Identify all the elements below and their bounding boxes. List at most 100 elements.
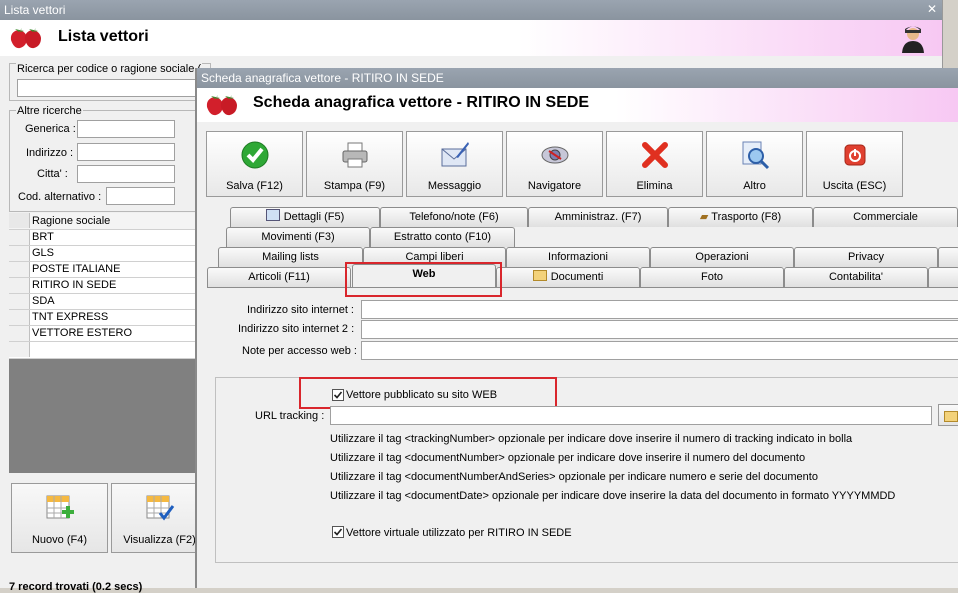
- table-row[interactable]: TNT EXPRESS: [9, 310, 195, 326]
- alt-code-search-label: Cod. alternativo :: [18, 191, 102, 203]
- check-mark-icon: [333, 528, 343, 536]
- print-button-label: Stampa (F9): [323, 180, 386, 192]
- tab-contabilita[interactable]: Contabilita': [784, 267, 928, 287]
- generic-search-label: Generica :: [25, 123, 76, 135]
- tab-dettagli[interactable]: Dettagli (F5): [230, 207, 380, 227]
- more-button[interactable]: Altro: [706, 131, 803, 197]
- generic-search-input[interactable]: [77, 120, 175, 138]
- notes-label: Note per accesso web :: [242, 345, 357, 357]
- tab-estratto-conto-label: Estratto conto (F10): [393, 231, 492, 243]
- print-button[interactable]: Stampa (F9): [306, 131, 403, 197]
- calendar-icon: [265, 209, 280, 221]
- tab-overflow-2[interactable]: [928, 267, 958, 287]
- tab-foto-label: Foto: [700, 271, 723, 283]
- tab-contabilita-label: Contabilita': [828, 271, 884, 283]
- tab-amministrazione-label: Amministraz. (F7): [554, 211, 642, 223]
- view-button-label: Visualizza (F2): [123, 534, 196, 546]
- tab-estratto-conto[interactable]: Estratto conto (F10): [370, 227, 515, 247]
- tab-panel-border: [207, 287, 958, 288]
- message-button[interactable]: Messaggio: [406, 131, 503, 197]
- tab-privacy[interactable]: Privacy: [794, 247, 938, 267]
- table-row[interactable]: BRT: [9, 230, 195, 246]
- browse-url-button[interactable]: [938, 404, 958, 426]
- back-window-titlebar[interactable]: Lista vettori ✕: [0, 0, 942, 20]
- address-search-label: Indirizzo :: [26, 147, 74, 159]
- save-button-label: Salva (F12): [226, 180, 283, 192]
- table-row[interactable]: RITIRO IN SEDE: [9, 278, 195, 294]
- virtual-carrier-label: Vettore virtuale utilizzato per RITIRO I…: [346, 527, 572, 539]
- strawberry-logo-icon: [10, 28, 41, 49]
- tab-articoli[interactable]: Articoli (F11): [207, 267, 351, 287]
- site2-input[interactable]: [361, 320, 958, 339]
- back-window-header: Lista vettori: [0, 20, 942, 56]
- grid-header-ragione-sociale[interactable]: Ragione sociale: [32, 215, 110, 227]
- folder-icon: [944, 411, 958, 422]
- message-icon: [441, 142, 469, 167]
- tab-commerciale[interactable]: Commerciale: [813, 207, 958, 227]
- site-input[interactable]: [361, 300, 958, 319]
- table-cell: SDA: [32, 295, 55, 307]
- user-avatar-icon: [902, 26, 924, 53]
- tab-documenti[interactable]: Documenti: [496, 267, 640, 287]
- tab-informazioni[interactable]: Informazioni: [506, 247, 650, 267]
- exit-button[interactable]: Uscita (ESC): [806, 131, 903, 197]
- navigator-button[interactable]: Navigatore: [506, 131, 603, 197]
- delete-button-label: Elimina: [636, 180, 673, 192]
- front-window-title: Scheda anagrafica vettore - RITIRO IN SE…: [201, 71, 444, 85]
- record-count-status: 7 record trovati (0.2 secs): [9, 581, 143, 593]
- url-tracking-label: URL tracking :: [255, 410, 325, 422]
- search-group-legend: Ricerca per codice o ragione sociale (: [16, 63, 203, 75]
- tab-mailing-lists[interactable]: Mailing lists: [218, 247, 363, 267]
- tab-amministrazione[interactable]: Amministraz. (F7): [528, 207, 668, 227]
- alt-code-search-input[interactable]: [106, 187, 175, 205]
- table-row-empty[interactable]: [9, 342, 195, 359]
- front-window-titlebar[interactable]: Scheda anagrafica vettore - RITIRO IN SE…: [197, 68, 958, 88]
- notes-input[interactable]: [361, 341, 958, 360]
- check-icon: [241, 141, 268, 169]
- url-tracking-input[interactable]: [330, 406, 932, 425]
- tab-mailing-lists-label: Mailing lists: [262, 251, 319, 263]
- hint-document-number: Utilizzare il tag <documentNumber> opzio…: [330, 452, 806, 464]
- grid-header[interactable]: Ragione sociale: [9, 213, 195, 230]
- vettori-grid: Ragione sociale BRT GLS POSTE ITALIANE R…: [9, 213, 195, 473]
- new-button[interactable]: Nuovo (F4): [11, 483, 108, 553]
- table-row[interactable]: POSTE ITALIANE: [9, 262, 195, 278]
- hint-tracking-number: Utilizzare il tag <trackingNumber> opzio…: [330, 433, 853, 445]
- address-search-input[interactable]: [77, 143, 175, 161]
- back-window-header-title: Lista vettori: [58, 28, 149, 45]
- tab-telefono-note[interactable]: Telefono/note (F6): [380, 207, 528, 227]
- table-cell: POSTE ITALIANE: [32, 263, 121, 275]
- hint-document-date: Utilizzare il tag <documentDate> opziona…: [330, 490, 896, 502]
- tab-operazioni[interactable]: Operazioni: [650, 247, 794, 267]
- published-highlight: [299, 377, 557, 409]
- navigator-icon: [541, 146, 568, 164]
- city-search-input[interactable]: [77, 165, 175, 183]
- more-button-label: Altro: [743, 180, 766, 192]
- virtual-carrier-checkbox[interactable]: [332, 526, 344, 538]
- site2-label: Indirizzo sito internet 2 :: [238, 323, 355, 335]
- table-row[interactable]: VETTORE ESTERO: [9, 326, 195, 342]
- table-cell: GLS: [32, 247, 55, 259]
- table-row[interactable]: SDA: [9, 294, 195, 310]
- tab-foto[interactable]: Foto: [640, 267, 784, 287]
- tab-dettagli-label: Dettagli (F5): [283, 211, 345, 223]
- printer-icon: [342, 142, 367, 168]
- grid-check-icon: [146, 495, 174, 521]
- tab-privacy-label: Privacy: [847, 251, 885, 263]
- view-button[interactable]: Visualizza (F2): [111, 483, 208, 553]
- delete-button[interactable]: Elimina: [606, 131, 703, 197]
- search-input[interactable]: [17, 79, 207, 97]
- close-icon[interactable]: ✕: [926, 3, 938, 15]
- tab-overflow[interactable]: [938, 247, 958, 267]
- grid-add-icon: [46, 495, 74, 519]
- truck-icon: ▰: [699, 211, 709, 223]
- tab-movimenti[interactable]: Movimenti (F3): [226, 227, 370, 247]
- tab-documenti-label: Documenti: [550, 271, 604, 283]
- other-search-legend: Altre ricerche: [16, 105, 83, 117]
- tab-informazioni-label: Informazioni: [548, 251, 608, 263]
- table-row[interactable]: GLS: [9, 246, 195, 262]
- save-button[interactable]: Salva (F12): [206, 131, 303, 197]
- tab-movimenti-label: Movimenti (F3): [261, 231, 335, 243]
- web-tab-highlight: [345, 262, 502, 297]
- tab-trasporto[interactable]: ▰ Trasporto (F8): [668, 207, 813, 227]
